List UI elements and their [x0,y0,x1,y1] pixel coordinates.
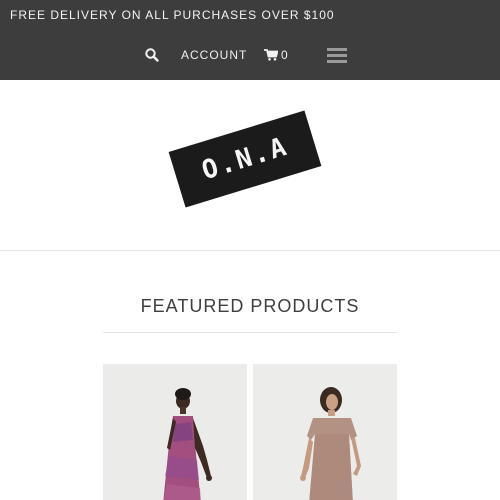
top-bar: FREE DELIVERY ON ALL PURCHASES OVER $100… [0,0,500,80]
search-icon[interactable] [144,47,160,63]
promo-banner-text: FREE DELIVERY ON ALL PURCHASES OVER $100 [10,8,335,22]
logo-header: O.N.A [0,80,500,251]
logo-text: O.N.A [198,131,292,187]
product-card-1[interactable] [103,364,247,500]
product-card-2[interactable] [253,364,397,500]
featured-products-title: FEATURED PRODUCTS [140,296,360,316]
header-nav: ACCOUNT 0 [0,44,500,66]
title-divider [103,332,397,333]
hamburger-menu-icon[interactable] [327,48,347,64]
cart-icon [264,49,278,61]
account-link[interactable]: ACCOUNT [181,48,247,62]
cart-count: 0 [281,48,288,62]
store-logo[interactable]: O.N.A [168,110,322,208]
beige-short-sleeve-dress-photo [253,364,397,500]
pink-patterned-slip-dress-photo [103,364,247,500]
